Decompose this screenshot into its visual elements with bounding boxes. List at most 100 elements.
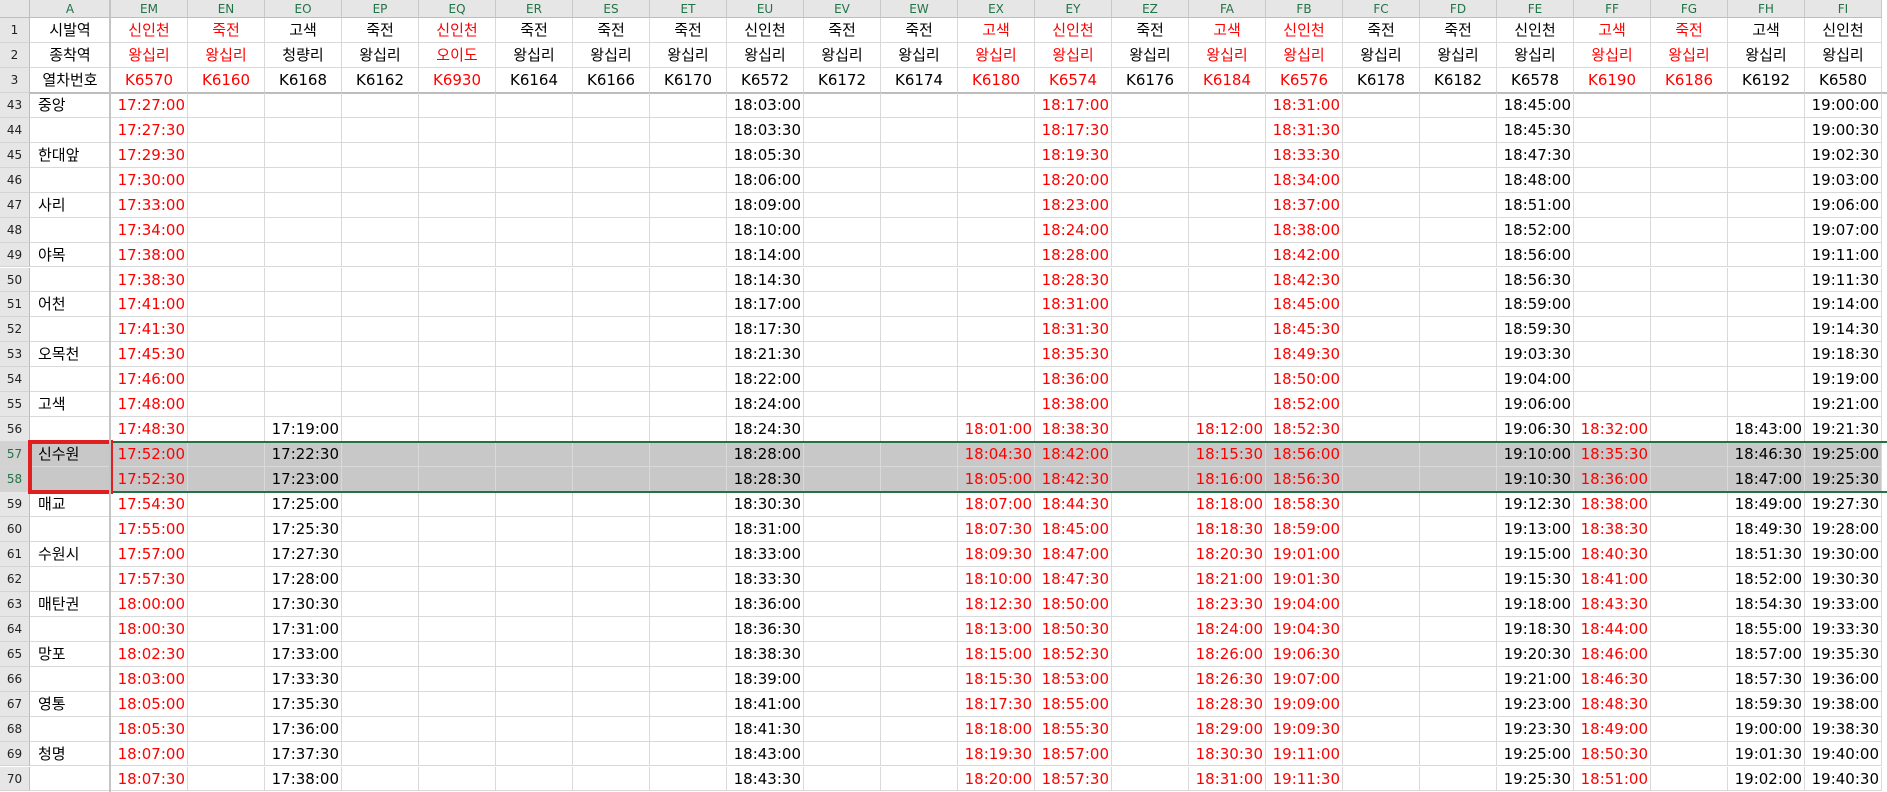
time-cell[interactable]: 18:29:00 [1189, 716, 1266, 742]
time-cell[interactable]: 18:34:00 [1266, 167, 1343, 193]
time-cell[interactable] [265, 392, 342, 418]
time-cell[interactable] [1651, 267, 1728, 293]
time-cell[interactable] [804, 616, 881, 642]
time-cell[interactable] [1112, 517, 1189, 542]
time-cell[interactable]: 19:02:30 [1805, 142, 1882, 168]
time-cell[interactable] [804, 741, 881, 767]
time-cell[interactable]: 18:59:00 [1266, 517, 1343, 542]
time-cell[interactable] [419, 766, 496, 792]
time-cell[interactable]: 18:50:00 [1035, 591, 1112, 617]
time-cell[interactable] [650, 92, 727, 118]
row-header-44[interactable]: 44 [0, 117, 30, 143]
time-cell[interactable]: 18:24:00 [727, 392, 804, 418]
time-cell[interactable] [1112, 142, 1189, 168]
header-cell[interactable]: 왕십리 [1343, 42, 1420, 68]
time-cell[interactable]: 19:06:00 [1497, 392, 1574, 418]
time-cell[interactable]: 18:43:00 [727, 741, 804, 767]
time-cell[interactable] [1112, 691, 1189, 717]
time-cell[interactable] [1189, 117, 1266, 143]
time-cell[interactable]: 18:47:30 [1035, 566, 1112, 592]
time-cell[interactable] [265, 167, 342, 193]
time-cell[interactable]: 19:07:00 [1805, 217, 1882, 243]
time-cell[interactable]: 17:57:00 [111, 541, 188, 567]
time-cell[interactable] [881, 117, 958, 143]
time-cell[interactable]: 17:52:30 [111, 467, 188, 493]
time-cell[interactable] [1651, 392, 1728, 418]
time-cell[interactable]: 18:49:00 [1574, 716, 1651, 742]
column-header-et[interactable]: ET [650, 0, 727, 18]
time-cell[interactable] [419, 242, 496, 268]
time-cell[interactable] [573, 267, 650, 293]
time-cell[interactable]: 18:45:30 [1497, 117, 1574, 143]
time-cell[interactable] [1420, 766, 1497, 792]
time-cell[interactable]: 19:04:30 [1266, 616, 1343, 642]
time-cell[interactable] [650, 442, 727, 468]
time-cell[interactable]: 17:41:00 [111, 292, 188, 318]
time-cell[interactable] [342, 541, 419, 567]
time-cell[interactable] [496, 167, 573, 193]
time-cell[interactable]: 19:10:30 [1497, 467, 1574, 493]
time-cell[interactable] [804, 242, 881, 268]
station-name-cell[interactable] [30, 766, 111, 792]
time-cell[interactable]: 19:15:00 [1497, 541, 1574, 567]
time-cell[interactable] [496, 317, 573, 343]
time-cell[interactable] [1728, 117, 1805, 143]
time-cell[interactable]: 18:07:30 [958, 517, 1035, 542]
time-cell[interactable]: 19:25:00 [1805, 442, 1882, 468]
time-cell[interactable] [342, 442, 419, 468]
time-cell[interactable]: 17:45:30 [111, 342, 188, 368]
column-header-eu[interactable]: EU [727, 0, 804, 18]
time-cell[interactable] [419, 342, 496, 368]
station-name-cell[interactable]: 오목천 [30, 342, 111, 368]
header-cell[interactable]: 죽전 [188, 18, 265, 43]
time-cell[interactable] [1112, 267, 1189, 293]
time-cell[interactable]: 19:06:30 [1266, 641, 1343, 667]
time-cell[interactable]: 18:05:30 [727, 142, 804, 168]
header-cell[interactable]: 왕십리 [1497, 42, 1574, 68]
time-cell[interactable] [1112, 242, 1189, 268]
time-cell[interactable]: 19:06:30 [1497, 417, 1574, 443]
time-cell[interactable] [1189, 167, 1266, 193]
time-cell[interactable]: 17:25:30 [265, 517, 342, 542]
time-cell[interactable] [958, 92, 1035, 118]
time-cell[interactable] [1112, 167, 1189, 193]
column-header-fi[interactable]: FI [1805, 0, 1882, 18]
time-cell[interactable] [342, 766, 419, 792]
time-cell[interactable]: 18:49:00 [1728, 492, 1805, 517]
time-cell[interactable]: 19:40:30 [1805, 766, 1882, 792]
header-cell[interactable]: 신인천 [1035, 18, 1112, 43]
time-cell[interactable] [650, 192, 727, 218]
time-cell[interactable] [958, 142, 1035, 168]
time-cell[interactable] [650, 566, 727, 592]
time-cell[interactable]: 17:33:00 [111, 192, 188, 218]
time-cell[interactable] [342, 566, 419, 592]
time-cell[interactable] [650, 242, 727, 268]
time-cell[interactable] [419, 442, 496, 468]
time-cell[interactable]: 18:06:00 [727, 167, 804, 193]
time-cell[interactable]: 18:48:00 [1497, 167, 1574, 193]
time-cell[interactable] [188, 92, 265, 118]
header-cell[interactable]: K6580 [1805, 67, 1882, 93]
header-cell[interactable]: K6182 [1420, 67, 1497, 93]
time-cell[interactable] [881, 566, 958, 592]
time-cell[interactable]: 18:35:30 [1035, 342, 1112, 368]
time-cell[interactable] [1343, 392, 1420, 418]
time-cell[interactable] [419, 142, 496, 168]
header-cell[interactable]: 고색 [265, 18, 342, 43]
time-cell[interactable] [1420, 117, 1497, 143]
time-cell[interactable] [804, 217, 881, 243]
time-cell[interactable] [1189, 367, 1266, 393]
header-cell[interactable]: K6570 [111, 67, 188, 93]
time-cell[interactable] [1343, 517, 1420, 542]
time-cell[interactable]: 18:15:30 [958, 666, 1035, 692]
time-cell[interactable] [188, 192, 265, 218]
time-cell[interactable]: 18:41:00 [1574, 566, 1651, 592]
time-cell[interactable] [1112, 467, 1189, 493]
time-cell[interactable] [496, 741, 573, 767]
time-cell[interactable]: 17:28:00 [265, 566, 342, 592]
time-cell[interactable] [1728, 192, 1805, 218]
time-cell[interactable]: 18:36:00 [1574, 467, 1651, 493]
time-cell[interactable]: 18:18:30 [1189, 517, 1266, 542]
time-cell[interactable]: 18:57:30 [1035, 766, 1112, 792]
header-cell[interactable]: 왕십리 [881, 42, 958, 68]
